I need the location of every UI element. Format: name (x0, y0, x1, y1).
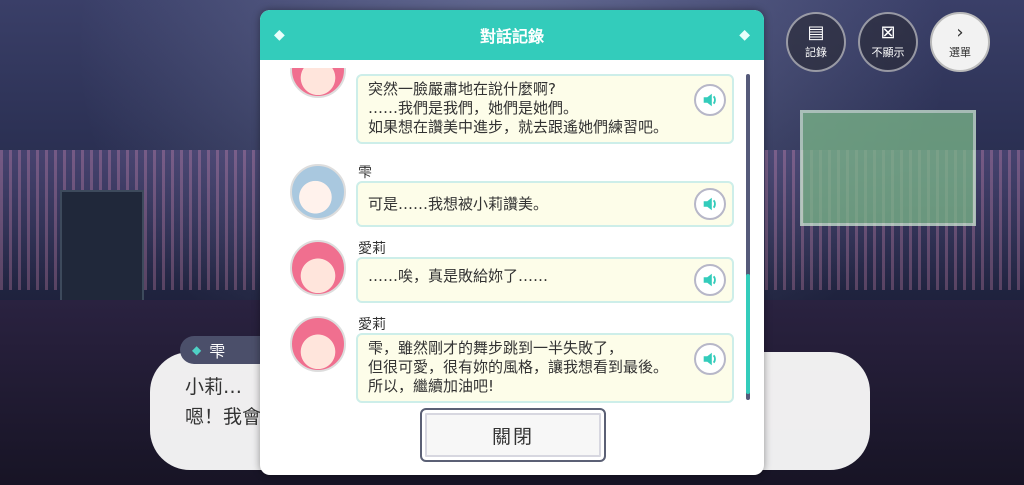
log-list[interactable]: 突然一臉嚴肅地在說什麼啊? ……我們是我們，她們是她們。 如果想在讚美中進步，就… (284, 68, 744, 408)
dialogue-line: 所以，繼續加油吧! (368, 377, 495, 395)
diamond-icon: ◆ (192, 343, 202, 357)
dialogue-line: ……唉，真是敗給妳了…… (368, 267, 549, 285)
background-dialogue-line: 小莉… (185, 376, 243, 398)
modal-title: 對話記錄 (479, 27, 544, 46)
hide-button[interactable]: ⊠ 不顯示 (858, 12, 918, 72)
log-label: 記錄 (805, 46, 827, 59)
hide-icon: ⊠ (880, 22, 896, 43)
avatar-airi (290, 240, 346, 296)
log-icon: ▤ (807, 22, 825, 43)
scroll-thumb[interactable] (746, 274, 750, 394)
dialogue-line: 雫，雖然剛才的舞步跳到一半失敗了， (368, 339, 624, 357)
dialogue-line: 突然一臉嚴肅地在說什麼啊? (368, 80, 556, 98)
stage-screen (800, 110, 976, 226)
close-button[interactable]: 關閉 (420, 408, 606, 462)
speaker-icon (703, 93, 716, 107)
avatar-shizuku (290, 164, 346, 220)
dialogue-bubble: 雫，雖然剛才的舞步跳到一半失敗了， 但很可愛，很有妳的風格，讓我想看到最後。 所… (356, 333, 734, 403)
dialogue-line: 但很可愛，很有妳的風格，讓我想看到最後。 (368, 358, 669, 376)
voice-play-button[interactable] (694, 188, 726, 220)
modal-header: ◆ 對話記錄 ◆ (260, 10, 764, 60)
log-scrollbar[interactable] (746, 74, 750, 400)
speaker-name: 雫 (358, 165, 372, 181)
dialogue-bubble: 突然一臉嚴肅地在說什麼啊? ……我們是我們，她們是她們。 如果想在讚美中進步，就… (356, 74, 734, 144)
speaker-icon (703, 352, 716, 366)
voice-play-button[interactable] (694, 264, 726, 296)
diamond-icon: ◆ (739, 27, 750, 43)
log-button[interactable]: ▤ 記錄 (786, 12, 846, 72)
speaker-icon (703, 197, 716, 211)
hide-label: 不顯示 (871, 46, 905, 59)
background-dialogue-text: 小莉… 嗯！我會 (185, 372, 261, 432)
speaker-name: 愛莉 (358, 317, 386, 333)
dialogue-bubble: ……唉，真是敗給妳了…… (356, 257, 734, 303)
background-dialogue-line: 嗯！我會 (185, 406, 262, 428)
voice-play-button[interactable] (694, 343, 726, 375)
skip-button[interactable]: › 選單 (930, 12, 990, 72)
dialogue-line: 如果想在讚美中進步，就去跟遙她們練習吧。 (368, 118, 669, 136)
diamond-icon: ◆ (274, 27, 285, 43)
skip-label: 選單 (949, 46, 971, 59)
dialogue-line: ……我們是我們，她們是她們。 (368, 99, 579, 117)
skip-icon: › (956, 22, 964, 43)
avatar-airi (290, 68, 346, 98)
dialogue-bubble: 可是……我想被小莉讚美。 (356, 181, 734, 227)
speaker-name: 愛莉 (358, 241, 386, 257)
voice-play-button[interactable] (694, 84, 726, 116)
dialogue-line: 可是……我想被小莉讚美。 (368, 195, 549, 213)
background-speaker-name: 雫 (209, 342, 226, 361)
dialogue-log-modal: ◆ 對話記錄 ◆ 突然一臉嚴肅地在說什麼啊? ……我們是我們，她們是她們。 如果… (260, 10, 764, 475)
avatar-airi (290, 316, 346, 372)
speaker-icon (703, 273, 716, 287)
